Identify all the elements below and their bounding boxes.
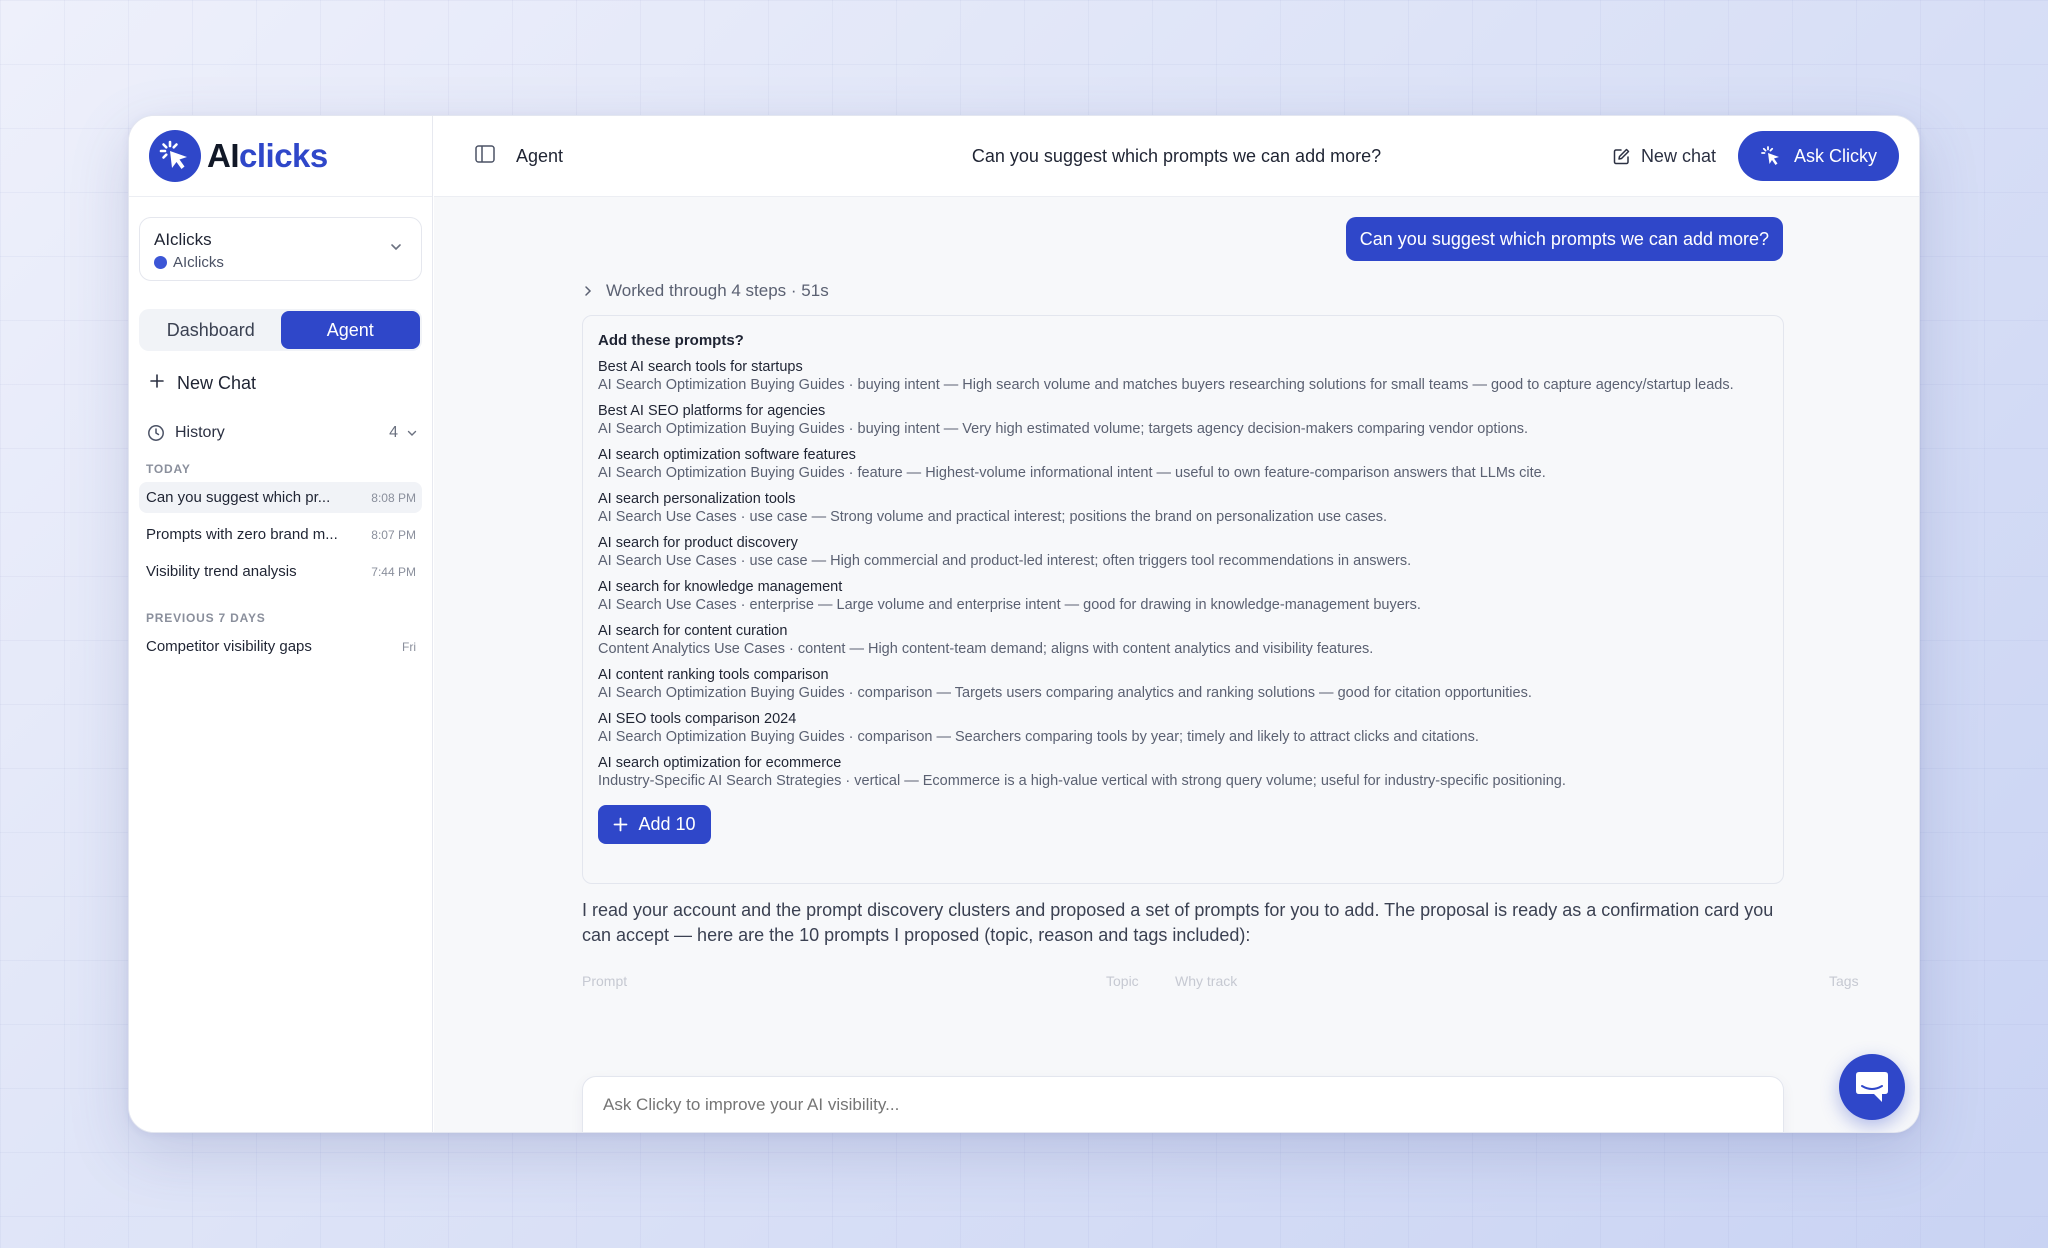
history-item[interactable]: Visibility trend analysis 7:44 PM	[139, 556, 422, 587]
prompt-desc: Industry-Specific AI Search Strategies ·…	[598, 773, 1566, 789]
list-item: AI SEO tools comparison 2024 AI Search O…	[598, 710, 1768, 746]
chat-bubble-icon	[1852, 1069, 1892, 1105]
steps-label: Worked through 4 steps · 51s	[606, 281, 829, 300]
new-chat-top-button[interactable]: New chat	[1612, 146, 1716, 167]
prompt-name: AI SEO tools comparison 2024	[598, 711, 797, 727]
list-item: Best AI search tools for startups AI Sea…	[598, 358, 1768, 394]
history-item-title: Visibility trend analysis	[146, 563, 297, 580]
prompt-desc: AI Search Use Cases · use case — Strong …	[598, 509, 1388, 525]
prompt-desc: AI Search Use Cases · use case — High co…	[598, 553, 1412, 569]
breadcrumb-agent: Agent	[516, 145, 564, 166]
prompt-desc: AI Search Optimization Buying Guides · b…	[598, 377, 1734, 393]
sidebar-toggle-icon[interactable]	[474, 143, 496, 170]
prompt-name: AI search optimization software features	[598, 447, 856, 463]
list-item: AI search personalization tools AI Searc…	[598, 490, 1768, 526]
workspace-brand-label: AIclicks	[173, 254, 224, 271]
list-item: Best AI SEO platforms for agencies AI Se…	[598, 402, 1768, 438]
assistant-summary: I read your account and the prompt disco…	[582, 900, 1774, 945]
prompt-desc: AI Search Use Cases · enterprise — Large…	[598, 597, 1421, 613]
sidebar: AIclicks AIclicks AIclicks Dashboard Age…	[129, 116, 433, 1132]
prompt-name: AI search personalization tools	[598, 491, 796, 507]
history-label: History	[175, 424, 225, 441]
add-prompts-button[interactable]: Add 10	[598, 805, 711, 844]
list-item: AI search optimization software features…	[598, 446, 1768, 482]
history-item-time: Fri	[402, 639, 416, 654]
workspace-name: AIclicks	[154, 230, 212, 249]
prompt-desc: AI Search Optimization Buying Guides · c…	[598, 685, 1532, 701]
logo[interactable]: AIclicks	[129, 116, 432, 197]
history-item-time: 8:07 PM	[371, 527, 416, 542]
view-toggle: Dashboard Agent	[139, 309, 422, 351]
chevron-down-icon	[389, 240, 403, 259]
cursor-click-icon	[1760, 145, 1782, 167]
chevron-down-icon	[406, 427, 418, 439]
history-item-time: 8:08 PM	[371, 490, 416, 505]
app-window: AIclicks AIclicks AIclicks Dashboard Age…	[128, 115, 1920, 1133]
conversation-area: Can you suggest which prompts we can add…	[434, 197, 1919, 1132]
table-header-tags: Tags	[1829, 973, 1859, 989]
table-header-prompt: Prompt	[582, 973, 628, 989]
user-message: Can you suggest which prompts we can add…	[1345, 217, 1783, 261]
prompt-name: AI search for content curation	[598, 623, 788, 639]
new-chat-button[interactable]: New Chat	[149, 373, 432, 394]
list-item: AI search optimization for ecommerce Ind…	[598, 754, 1768, 790]
cursor-click-logo-icon	[149, 130, 201, 182]
steps-toggle[interactable]: Worked through 4 steps · 51s	[582, 281, 829, 301]
prompt-name: AI search for product discovery	[598, 535, 798, 551]
history-item-title: Competitor visibility gaps	[146, 638, 312, 655]
history-item[interactable]: Competitor visibility gaps Fri	[139, 631, 422, 662]
brand-dot-icon	[154, 256, 167, 269]
list-item: AI search for knowledge management AI Se…	[598, 578, 1768, 614]
chat-composer: 96	[582, 1076, 1784, 1132]
history-item[interactable]: Can you suggest which pr... 8:08 PM	[139, 482, 422, 513]
edit-icon	[1612, 147, 1631, 166]
top-bar: Agent Can you suggest which prompts we c…	[434, 116, 1919, 197]
chat-input[interactable]	[603, 1095, 1503, 1115]
prompt-desc: AI Search Optimization Buying Guides · b…	[598, 421, 1529, 437]
card-title: Add these prompts?	[598, 332, 744, 349]
history-toggle[interactable]: History 4	[147, 424, 418, 442]
today-section-label: TODAY	[146, 462, 191, 476]
prompt-name: AI search optimization for ecommerce	[598, 755, 842, 771]
add-prompts-label: Add 10	[638, 814, 696, 834]
prompt-desc: AI Search Optimization Buying Guides · f…	[598, 465, 1546, 481]
history-count-wrap: 4	[389, 424, 418, 442]
table-header-topic: Topic	[1106, 973, 1139, 989]
prompt-proposal-card: Add these prompts? Best AI search tools …	[582, 315, 1784, 884]
new-chat-label: New Chat	[177, 373, 257, 393]
prompt-name: AI content ranking tools comparison	[598, 667, 829, 683]
list-item: AI search for content curation Content A…	[598, 622, 1768, 658]
history-item-time: 7:44 PM	[371, 564, 416, 579]
tab-dashboard[interactable]: Dashboard	[141, 311, 281, 349]
support-chat-button[interactable]	[1839, 1054, 1905, 1120]
history-item-title: Prompts with zero brand m...	[146, 526, 338, 543]
prompt-name: Best AI search tools for startups	[598, 359, 803, 375]
ask-clicky-label: Ask Clicky	[1793, 145, 1877, 166]
prompt-name: Best AI SEO platforms for agencies	[598, 403, 826, 419]
previous-section-label: PREVIOUS 7 DAYS	[146, 611, 266, 625]
logo-wordmark: AIclicks	[207, 137, 328, 174]
clock-icon	[147, 424, 165, 442]
history-count: 4	[389, 424, 398, 441]
prompt-name: AI search for knowledge management	[598, 579, 843, 595]
chevron-right-icon	[582, 285, 594, 297]
new-chat-top-label: New chat	[1640, 145, 1716, 166]
plus-icon	[613, 817, 628, 832]
workspace-selector[interactable]: AIclicks AIclicks	[139, 217, 422, 281]
table-header-why: Why track	[1175, 973, 1238, 989]
ask-clicky-button[interactable]: Ask Clicky	[1737, 131, 1899, 181]
prompt-desc: Content Analytics Use Cases · content — …	[598, 641, 1374, 657]
list-item: AI search for product discovery AI Searc…	[598, 534, 1768, 570]
list-item: AI content ranking tools comparison AI S…	[598, 666, 1768, 702]
history-item-title: Can you suggest which pr...	[146, 489, 331, 506]
prompt-desc: AI Search Optimization Buying Guides · c…	[598, 729, 1479, 745]
tab-agent[interactable]: Agent	[280, 311, 420, 349]
top-actions: New chat Ask Clicky	[1612, 131, 1899, 181]
workspace-brand: AIclicks	[154, 254, 407, 271]
history-item[interactable]: Prompts with zero brand m... 8:07 PM	[139, 519, 422, 550]
plus-icon	[149, 373, 165, 394]
